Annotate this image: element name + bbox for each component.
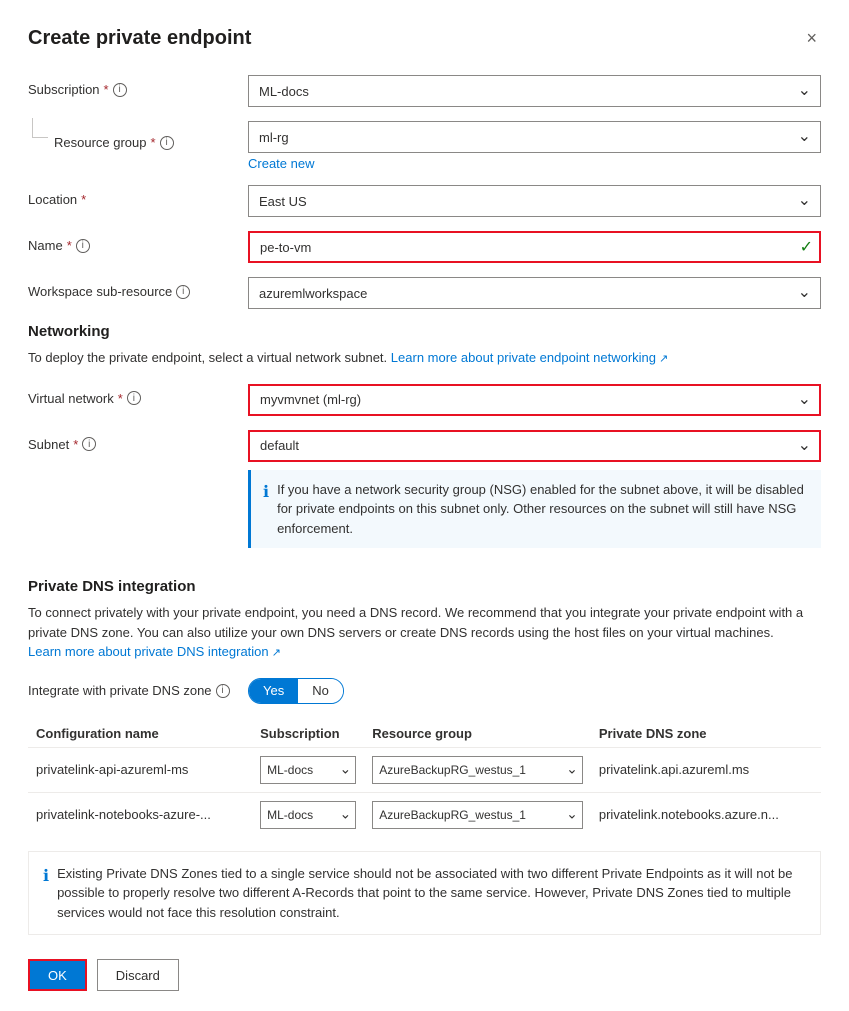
dns-toggle-no[interactable]: No	[298, 679, 343, 703]
subscription-row: Subscription * i ML-docs	[28, 75, 821, 107]
resource-group-row: Resource group * i ml-rg Create new	[28, 121, 821, 171]
dns-resource-group-select-1[interactable]: AzureBackupRG_westus_1	[372, 801, 583, 829]
dns-zone-cell: privatelink.api.azureml.ms	[591, 747, 821, 792]
virtual-network-info-icon[interactable]: i	[127, 391, 141, 405]
subnet-row: Subnet * i default ℹ If you have a netwo…	[28, 430, 821, 565]
footer-buttons: OK Discard	[28, 955, 821, 991]
dialog-header: Create private endpoint ×	[28, 24, 821, 53]
workspace-sub-row: Workspace sub-resource i azuremlworkspac…	[28, 277, 821, 309]
create-new-link[interactable]: Create new	[248, 156, 314, 171]
virtual-network-control: myvmvnet (ml-rg)	[248, 384, 821, 416]
workspace-sub-select[interactable]: azuremlworkspace	[248, 277, 821, 309]
location-control: East US	[248, 185, 821, 217]
dns-resource-group-select-0[interactable]: AzureBackupRG_westus_1	[372, 756, 583, 784]
networking-title: Networking	[28, 323, 821, 340]
name-info-icon[interactable]: i	[76, 239, 90, 253]
dns-col-resource-group: Resource group	[364, 720, 591, 748]
dns-subscription-select-1[interactable]: ML-docs	[260, 801, 356, 829]
dns-subscription-cell: ML-docs	[252, 792, 364, 837]
workspace-sub-info-icon[interactable]: i	[176, 285, 190, 299]
name-row: Name * i ✓	[28, 231, 821, 263]
location-row: Location * East US	[28, 185, 821, 217]
indent-line	[32, 118, 48, 138]
name-label: Name * i	[28, 231, 248, 253]
name-check-icon: ✓	[800, 237, 813, 257]
dns-config-name-cell: privatelink-notebooks-azure-...	[28, 792, 252, 837]
dns-resource-group-cell: AzureBackupRG_westus_1	[364, 747, 591, 792]
resource-group-info-icon[interactable]: i	[160, 136, 174, 150]
dns-integrate-info-icon[interactable]: i	[216, 684, 230, 698]
subnet-select-wrapper: default	[248, 430, 821, 462]
workspace-sub-label: Workspace sub-resource i	[28, 277, 248, 299]
dns-resource-group-cell: AzureBackupRG_westus_1	[364, 792, 591, 837]
dns-table-row: privatelink-api-azureml-ms ML-docs Azure…	[28, 747, 821, 792]
subscription-info-icon[interactable]: i	[113, 83, 127, 97]
resource-group-control: ml-rg Create new	[248, 121, 821, 171]
dns-subscription-select-wrapper: ML-docs	[260, 756, 356, 784]
resource-group-label: Resource group * i	[54, 128, 274, 150]
name-input[interactable]	[248, 231, 821, 263]
resource-group-select[interactable]: ml-rg	[248, 121, 821, 153]
subnet-control: default ℹ If you have a network security…	[248, 430, 821, 565]
workspace-sub-select-wrapper: azuremlworkspace	[248, 277, 821, 309]
dns-warning-icon: ℹ	[43, 865, 49, 923]
dns-toggle-section: Integrate with private DNS zone i Yes No	[28, 678, 821, 704]
dns-resource-group-select-wrapper: AzureBackupRG_westus_1	[372, 801, 583, 829]
networking-description: To deploy the private endpoint, select a…	[28, 348, 821, 368]
dns-toggle-yes[interactable]: Yes	[249, 679, 298, 703]
resource-group-label-area: Resource group * i	[28, 121, 248, 150]
virtual-network-select-wrapper: myvmvnet (ml-rg)	[248, 384, 821, 416]
create-private-endpoint-dialog: Create private endpoint × Subscription *…	[0, 0, 849, 1011]
name-control: ✓	[248, 231, 821, 263]
subscription-select[interactable]: ML-docs	[248, 75, 821, 107]
resource-group-select-wrapper: ml-rg	[248, 121, 821, 153]
ok-button[interactable]: OK	[28, 959, 87, 991]
subnet-info-icon[interactable]: i	[82, 437, 96, 451]
workspace-sub-control: azuremlworkspace	[248, 277, 821, 309]
subscription-control: ML-docs	[248, 75, 821, 107]
subnet-label: Subnet * i	[28, 430, 248, 452]
private-dns-description: To connect privately with your private e…	[28, 603, 821, 662]
dns-col-zone: Private DNS zone	[591, 720, 821, 748]
dns-zone-cell: privatelink.notebooks.azure.n...	[591, 792, 821, 837]
virtual-network-select[interactable]: myvmvnet (ml-rg)	[248, 384, 821, 416]
dns-subscription-cell: ML-docs	[252, 747, 364, 792]
dns-toggle-container: Yes No	[248, 678, 344, 704]
dns-col-config: Configuration name	[28, 720, 252, 748]
virtual-network-row: Virtual network * i myvmvnet (ml-rg)	[28, 384, 821, 416]
dns-warning-box: ℹ Existing Private DNS Zones tied to a s…	[28, 851, 821, 936]
dns-col-subscription: Subscription	[252, 720, 364, 748]
close-button[interactable]: ×	[802, 24, 821, 53]
discard-button[interactable]: Discard	[97, 959, 179, 991]
dialog-title: Create private endpoint	[28, 27, 251, 50]
networking-learn-more-link[interactable]: Learn more about private endpoint networ…	[391, 350, 669, 365]
dns-subscription-select-wrapper: ML-docs	[260, 801, 356, 829]
nsg-info-icon: ℹ	[263, 481, 269, 539]
location-select-wrapper: East US	[248, 185, 821, 217]
private-dns-section: Private DNS integration To connect priva…	[28, 578, 821, 935]
subscription-label: Subscription * i	[28, 75, 248, 97]
dns-table: Configuration name Subscription Resource…	[28, 720, 821, 837]
location-label: Location *	[28, 185, 248, 207]
virtual-network-label: Virtual network * i	[28, 384, 248, 406]
dns-subscription-select-0[interactable]: ML-docs	[260, 756, 356, 784]
dns-table-row: privatelink-notebooks-azure-... ML-docs …	[28, 792, 821, 837]
dns-resource-group-select-wrapper: AzureBackupRG_westus_1	[372, 756, 583, 784]
networking-section: Networking To deploy the private endpoin…	[28, 323, 821, 564]
nsg-info-box: ℹ If you have a network security group (…	[248, 470, 821, 549]
dns-integrate-label: Integrate with private DNS zone i	[28, 683, 248, 698]
dns-toggle-pill: Yes No	[248, 678, 344, 704]
dns-config-name-cell: privatelink-api-azureml-ms	[28, 747, 252, 792]
location-select[interactable]: East US	[248, 185, 821, 217]
private-dns-title: Private DNS integration	[28, 578, 821, 595]
subnet-select[interactable]: default	[248, 430, 821, 462]
name-input-wrapper: ✓	[248, 231, 821, 263]
private-dns-learn-more-link[interactable]: Learn more about private DNS integration	[28, 644, 281, 659]
subscription-select-wrapper: ML-docs	[248, 75, 821, 107]
